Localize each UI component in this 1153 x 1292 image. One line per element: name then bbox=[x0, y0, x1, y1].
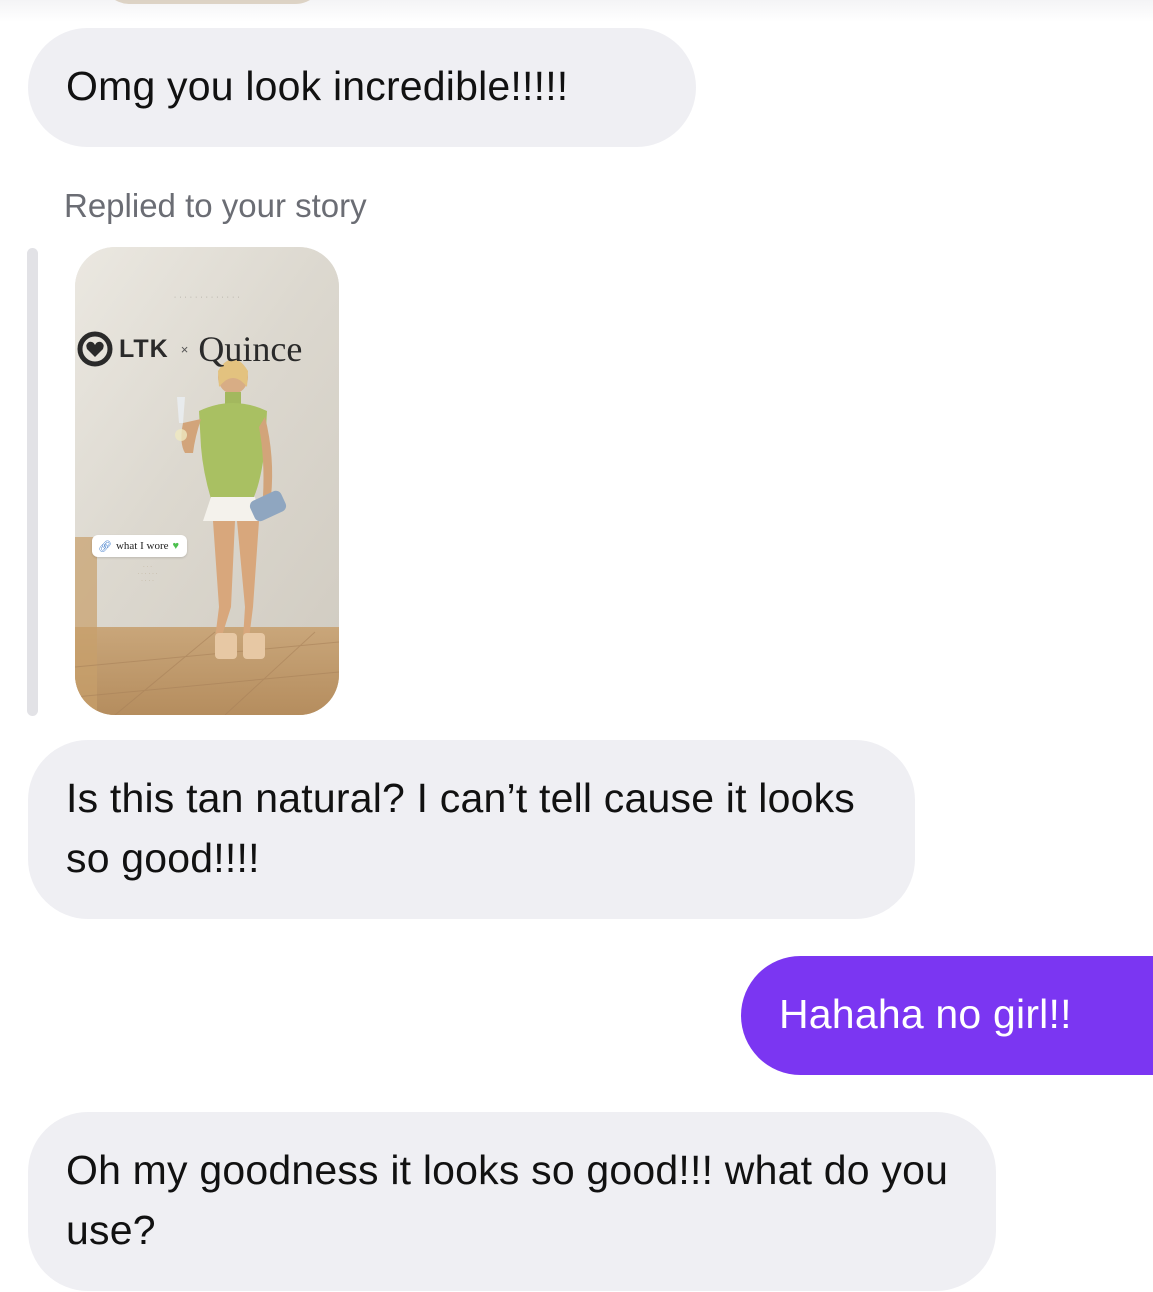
message-text: Is this tan natural? I can’t tell cause … bbox=[66, 775, 856, 881]
story-brand-quince: Quince bbox=[198, 329, 303, 369]
story-brand-separator: × bbox=[180, 341, 189, 357]
story-caption-text: · · · · · · · · · · · · · bbox=[173, 294, 241, 301]
message-text: Oh my goodness it looks so good!!! what … bbox=[66, 1147, 949, 1253]
incoming-message-bubble[interactable]: Is this tan natural? I can’t tell cause … bbox=[28, 740, 915, 919]
story-fine-text: · · · · · · · · · · · · · bbox=[137, 564, 158, 584]
story-photo bbox=[75, 247, 339, 715]
green-heart-icon: ♥ bbox=[172, 540, 180, 552]
story-link-sticker[interactable]: 🔗︎ what I wore ♥ bbox=[92, 535, 188, 557]
previous-media-edge[interactable] bbox=[100, 0, 325, 4]
link-icon: 🔗︎ bbox=[98, 540, 112, 553]
message-text: Hahaha no girl!! bbox=[779, 991, 1072, 1037]
story-reply-label: Replied to your story bbox=[64, 187, 367, 224]
story-link-sticker-text: what I wore bbox=[115, 540, 169, 552]
story-thumbnail[interactable]: · · · · · · · · · · · · · LTK × Quince 🔗… bbox=[75, 247, 339, 715]
story-brand-row: LTK × Quince bbox=[77, 329, 339, 369]
ltk-logo-icon bbox=[77, 331, 113, 367]
story-reply-bar bbox=[27, 248, 38, 716]
incoming-message-bubble[interactable]: Oh my goodness it looks so good!!! what … bbox=[28, 1112, 996, 1291]
message-text: Omg you look incredible!!!!! bbox=[66, 63, 569, 109]
story-brand-ltk: LTK bbox=[119, 334, 169, 363]
outgoing-message-bubble[interactable]: Hahaha no girl!! bbox=[741, 956, 1153, 1075]
incoming-message-bubble[interactable]: Omg you look incredible!!!!! bbox=[28, 28, 696, 147]
